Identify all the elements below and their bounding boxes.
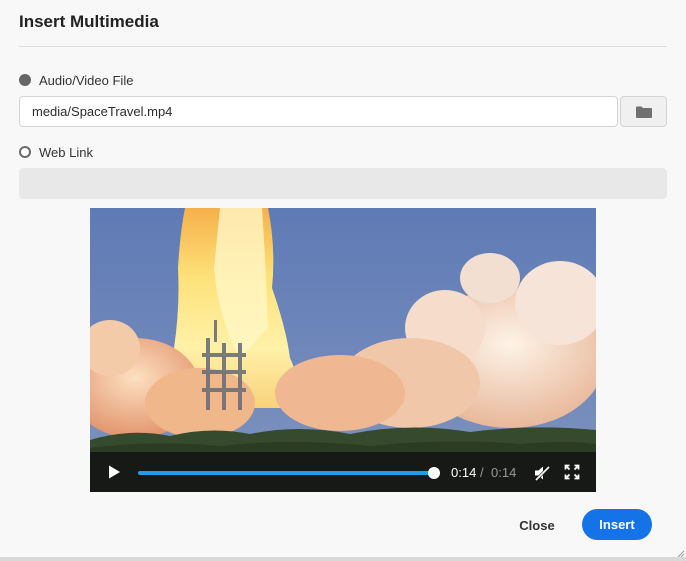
progress-thumb[interactable] (428, 467, 440, 479)
web-link-radio[interactable] (19, 146, 31, 158)
web-link-input[interactable] (19, 168, 667, 199)
title-divider (19, 46, 667, 47)
duration-time: 0:14 (491, 465, 517, 480)
file-option-radio[interactable] (19, 74, 31, 86)
folder-icon (635, 106, 652, 118)
progress-bar[interactable] (138, 471, 434, 475)
dialog-bottom-edge (0, 557, 686, 561)
speaker-muted-icon[interactable] (533, 464, 551, 482)
player-controls: 0:14 / 0:14 (90, 452, 596, 492)
fullscreen-icon[interactable] (564, 464, 580, 480)
video-player[interactable]: 0:14 / 0:14 (90, 208, 596, 492)
file-option[interactable]: Audio/Video File (19, 71, 133, 89)
play-icon[interactable] (106, 464, 122, 480)
video-frame (90, 208, 596, 492)
file-option-label: Audio/Video File (39, 72, 134, 88)
web-link-option[interactable]: Web Link (19, 143, 93, 161)
insert-button[interactable]: Insert (582, 509, 652, 540)
current-time: 0:14 (451, 465, 477, 480)
close-button[interactable]: Close (507, 510, 567, 540)
web-link-label: Web Link (39, 144, 93, 160)
file-path-input[interactable] (19, 96, 618, 127)
insert-multimedia-dialog: Insert Multimedia Audio/Video File Web L… (0, 0, 686, 561)
browse-button[interactable] (620, 96, 667, 127)
time-separator: / (480, 465, 484, 480)
dialog-title: Insert Multimedia (19, 12, 159, 31)
